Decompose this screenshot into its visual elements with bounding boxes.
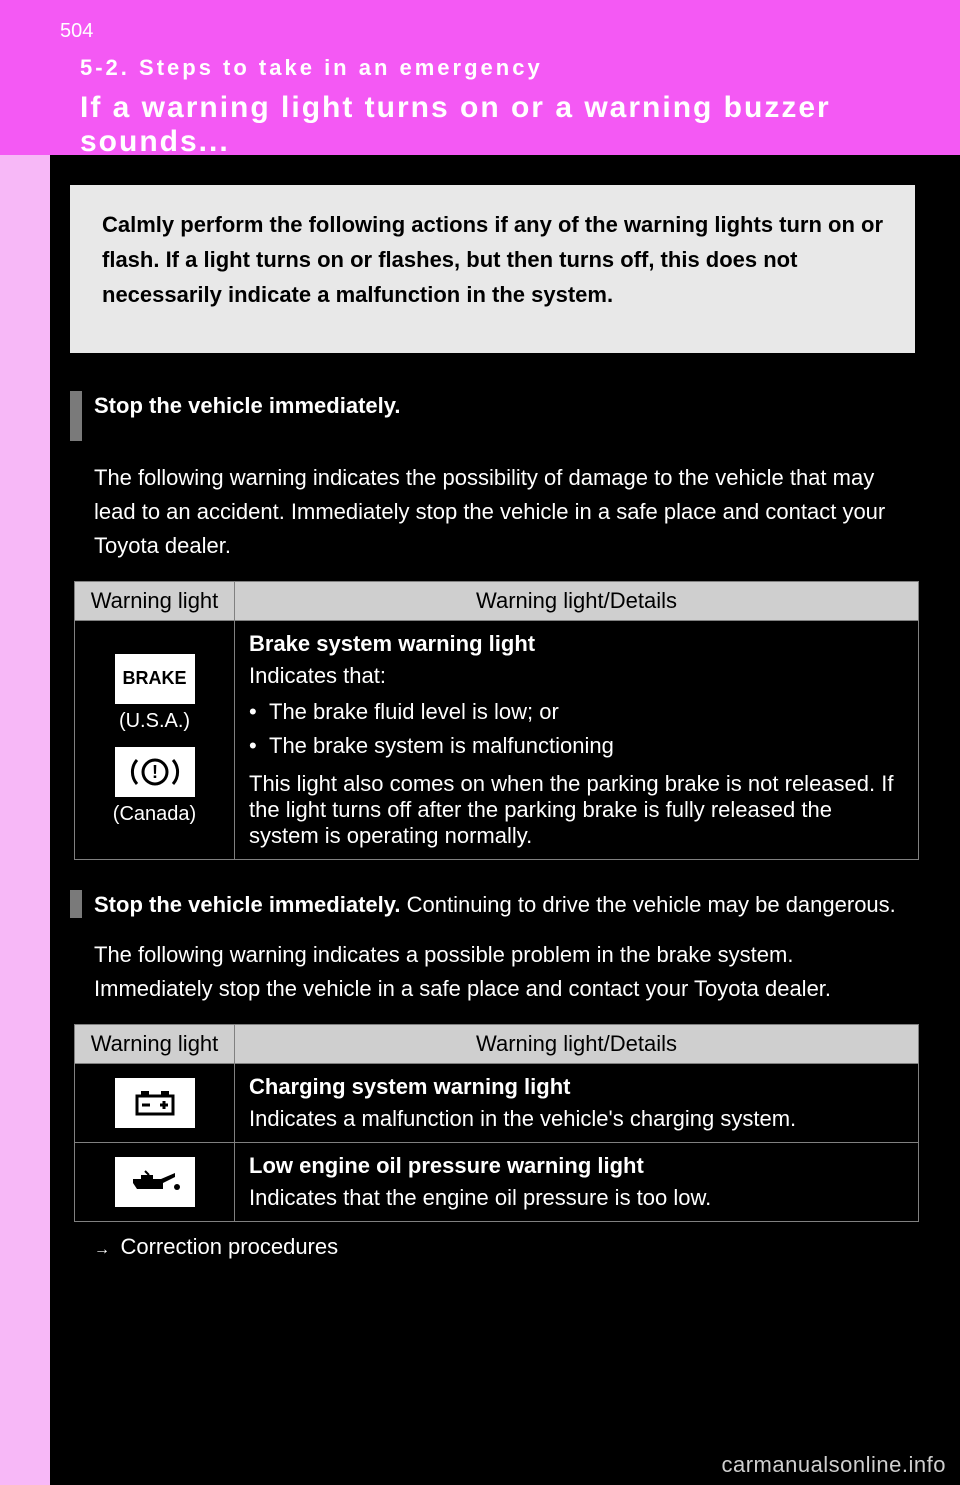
warning-subtext: Indicates that: xyxy=(249,663,904,689)
watermark: carmanualsonline.info xyxy=(721,1452,946,1478)
correction-procedures: → Correction procedures xyxy=(94,1234,915,1260)
list-item: The brake fluid level is low; or xyxy=(249,695,904,729)
warning-table: Warning light Warning light/Details BRAK… xyxy=(74,581,919,860)
subheading-text: Stop the vehicle immediately. xyxy=(94,892,400,917)
icon-cell: BRAKE (U.S.A.) ! (Canada) xyxy=(75,620,235,859)
svg-text:!: ! xyxy=(152,762,158,782)
warning-name: Charging system warning light xyxy=(249,1074,904,1100)
table-row: BRAKE (U.S.A.) ! (Canada) Brake system w… xyxy=(75,620,919,859)
subheading: Stop the vehicle immediately. xyxy=(94,391,400,419)
warning-name: Brake system warning light xyxy=(249,631,904,657)
intro-callout: Calmly perform the following actions if … xyxy=(70,185,915,353)
body-paragraph: The following warning indicates a possib… xyxy=(94,938,915,1006)
page-content: Calmly perform the following actions if … xyxy=(50,155,960,1260)
table-header-details: Warning light/Details xyxy=(235,1025,919,1064)
warning-name: Low engine oil pressure warning light xyxy=(249,1153,904,1179)
detail-cell: Charging system warning light Indicates … xyxy=(235,1064,919,1143)
battery-icon xyxy=(115,1078,195,1128)
warning-body: Indicates a malfunction in the vehicle's… xyxy=(249,1106,904,1132)
table-header-icon: Warning light xyxy=(75,581,235,620)
correction-text: Correction procedures xyxy=(120,1234,338,1259)
brake-symbol-icon: ! xyxy=(115,747,195,797)
warning-bullet-list: The brake fluid level is low; or The bra… xyxy=(249,695,904,763)
page-header: 5-2. Steps to take in an emergency If a … xyxy=(0,0,960,155)
page-number: 504 xyxy=(60,20,93,43)
detail-cell: Low engine oil pressure warning light In… xyxy=(235,1143,919,1222)
section-number: 5-2. Steps to take in an emergency xyxy=(80,55,960,81)
variant-label: (Canada) xyxy=(81,803,228,826)
table-row: Charging system warning light Indicates … xyxy=(75,1064,919,1143)
left-margin-stripe xyxy=(0,155,50,1485)
warning-body: Indicates that the engine oil pressure i… xyxy=(249,1185,904,1211)
icon-cell xyxy=(75,1064,235,1143)
body-paragraph: The following warning indicates the poss… xyxy=(94,461,915,563)
arrow-right-icon: → xyxy=(94,1241,116,1259)
warning-note: This light also comes on when the parkin… xyxy=(249,771,904,849)
subheading: Stop the vehicle immediately. Continuing… xyxy=(94,890,896,918)
icon-cell xyxy=(75,1143,235,1222)
subheading-row: Stop the vehicle immediately. Continuing… xyxy=(70,890,915,918)
table-header-icon: Warning light xyxy=(75,1025,235,1064)
subheading-note: Continuing to drive the vehicle may be d… xyxy=(407,892,896,917)
heading-marker-icon xyxy=(70,890,82,918)
heading-marker-icon xyxy=(70,391,82,441)
detail-cell: Brake system warning light Indicates tha… xyxy=(235,620,919,859)
list-item: The brake system is malfunctioning xyxy=(249,729,904,763)
oil-can-icon xyxy=(115,1157,195,1207)
subheading-row: Stop the vehicle immediately. xyxy=(70,391,915,441)
variant-label: (U.S.A.) xyxy=(81,710,228,733)
warning-table: Warning light Warning light/Details C xyxy=(74,1024,919,1222)
table-header-details: Warning light/Details xyxy=(235,581,919,620)
brake-text-icon: BRAKE xyxy=(115,654,195,704)
page-title: If a warning light turns on or a warning… xyxy=(80,91,960,159)
table-row: Low engine oil pressure warning light In… xyxy=(75,1143,919,1222)
